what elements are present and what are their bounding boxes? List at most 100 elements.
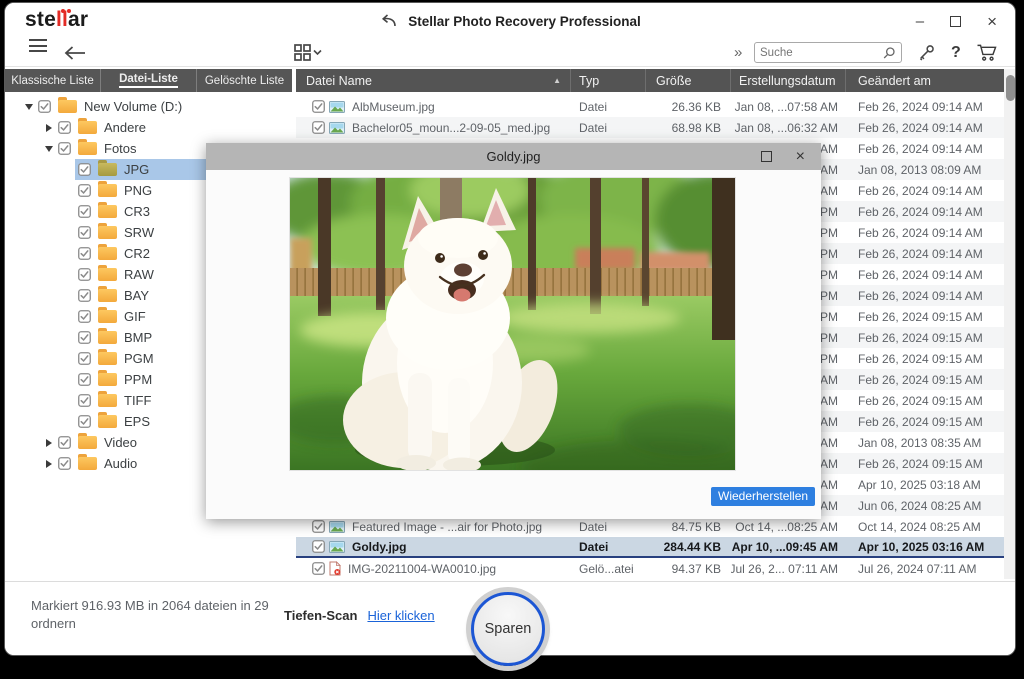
back-curl-icon [379, 14, 399, 28]
column-header-type[interactable]: Typ [571, 69, 646, 92]
tree-item-label: TIFF [124, 393, 151, 408]
preview-maximize-button[interactable] [761, 151, 772, 162]
expander-open-icon[interactable] [23, 101, 35, 113]
tree-item-label: Andere [104, 120, 146, 135]
folder-icon [98, 163, 117, 176]
column-header-size[interactable]: Größe [646, 69, 731, 92]
license-key-icon[interactable] [917, 39, 936, 66]
logo-text-end: ar [68, 8, 88, 31]
table-row[interactable]: Goldy.jpgDatei284.44 KBApr 10, ...09:45 … [296, 537, 1004, 558]
checkbox[interactable] [78, 247, 91, 260]
table-row[interactable]: IMG-20211004-WA0010.jpgGelö...atei94.37 … [296, 558, 1004, 579]
title-bar: stellar Stellar Photo Recovery Professio… [5, 3, 1015, 39]
view-grid-icon[interactable] [294, 39, 322, 66]
folder-icon [78, 121, 97, 134]
main-area: Klassische ListeDatei-ListeGelöschte Lis… [5, 67, 1015, 581]
file-created-cell: Apr 10, ...09:45 AM [731, 536, 846, 557]
file-modified-cell: Feb 26, 2024 09:14 AM [846, 180, 1004, 201]
folder-icon [98, 310, 117, 323]
file-modified-cell: Jul 26, 2024 07:11 AM [846, 558, 1004, 579]
checkbox[interactable] [58, 436, 71, 449]
checkbox[interactable] [78, 205, 91, 218]
file-modified-cell: Feb 26, 2024 09:14 AM [846, 285, 1004, 306]
deep-scan-link[interactable]: Hier klicken [367, 608, 434, 623]
checkbox[interactable] [58, 121, 71, 134]
scrollbar-thumb[interactable] [1006, 75, 1015, 101]
checkbox[interactable] [78, 373, 91, 386]
search-input[interactable] [760, 47, 882, 59]
help-icon[interactable]: ? [951, 39, 961, 66]
recover-tooltip[interactable]: Wiederherstellen [711, 487, 815, 506]
logo-text: ste [25, 8, 56, 31]
tree-item-label: GIF [124, 309, 146, 324]
marked-summary: Markiert 916.93 MB in 2064 dateien in 29… [31, 597, 269, 633]
file-size-cell: 84.75 KB [646, 516, 731, 537]
file-name-cell: AlbMuseum.jpg [296, 96, 571, 117]
tree-item-label: Fotos [104, 141, 137, 156]
preview-title-bar[interactable]: Goldy.jpg × [206, 143, 821, 170]
checkbox[interactable] [58, 457, 71, 470]
close-button[interactable]: × [987, 13, 997, 30]
expander-closed-icon[interactable] [43, 122, 55, 134]
checkbox[interactable] [78, 268, 91, 281]
menu-icon[interactable] [29, 39, 47, 66]
vertical-scrollbar[interactable] [1004, 69, 1016, 579]
tree-item-label: PGM [124, 351, 154, 366]
checkbox[interactable] [312, 100, 325, 113]
column-header-name[interactable]: Datei Name ▲ [296, 69, 571, 92]
tree-item-new-volume-d[interactable]: New Volume (D:) [5, 96, 292, 117]
logo-dots [61, 9, 65, 13]
expander-closed-icon[interactable] [43, 458, 55, 470]
preview-close-button[interactable]: × [796, 149, 805, 165]
checkbox[interactable] [78, 331, 91, 344]
tab-klassische-liste[interactable]: Klassische Liste [5, 69, 101, 92]
tree-item-body: New Volume (D:) [35, 96, 292, 117]
deep-scan-label: Tiefen-Scan [284, 608, 357, 623]
image-file-icon [329, 541, 345, 553]
expander-closed-icon[interactable] [43, 437, 55, 449]
column-header-created[interactable]: Erstellungsdatum [731, 69, 846, 92]
folder-icon [78, 457, 97, 470]
tree-item-label: Audio [104, 456, 137, 471]
cart-icon[interactable] [976, 39, 998, 66]
search-box [754, 42, 902, 63]
table-row[interactable]: Bachelor05_moun...2-09-05_med.jpgDatei68… [296, 117, 1004, 138]
file-name-cell: IMG-20211004-WA0010.jpg [296, 558, 571, 579]
tree-item-andere[interactable]: Andere [5, 117, 292, 138]
minimize-button[interactable]: – [916, 14, 924, 29]
checkbox[interactable] [78, 163, 91, 176]
back-arrow-icon[interactable] [63, 39, 87, 66]
column-header-modified[interactable]: Geändert am [846, 69, 1004, 92]
maximize-button[interactable] [950, 16, 961, 27]
checkbox[interactable] [78, 352, 91, 365]
checkbox[interactable] [78, 184, 91, 197]
checkbox[interactable] [78, 226, 91, 239]
save-button[interactable]: Sparen [471, 592, 545, 666]
preview-photo [290, 178, 735, 470]
folder-icon [98, 184, 117, 197]
checkbox[interactable] [78, 415, 91, 428]
list-tabs: Klassische ListeDatei-ListeGelöschte Lis… [5, 69, 292, 92]
checkbox[interactable] [78, 394, 91, 407]
checkbox[interactable] [38, 100, 51, 113]
tab-datei-liste[interactable]: Datei-Liste [101, 69, 197, 92]
expander-spacer [63, 185, 75, 197]
expander-spacer [63, 374, 75, 386]
folder-icon [98, 331, 117, 344]
checkbox[interactable] [58, 142, 71, 155]
tab-gel-schte-liste[interactable]: Gelöschte Liste [197, 69, 292, 92]
app-window: stellar Stellar Photo Recovery Professio… [4, 2, 1016, 656]
checkbox[interactable] [312, 540, 325, 553]
checkbox[interactable] [312, 121, 325, 134]
preview-window: Goldy.jpg × [206, 143, 821, 519]
search-icon[interactable] [882, 46, 896, 60]
checkbox[interactable] [78, 289, 91, 302]
checkbox[interactable] [312, 520, 325, 533]
checkbox[interactable] [312, 562, 325, 575]
checkbox[interactable] [78, 310, 91, 323]
expander-open-icon[interactable] [43, 143, 55, 155]
preview-title: Goldy.jpg [206, 149, 821, 164]
table-row[interactable]: Featured Image - ...air for Photo.jpgDat… [296, 516, 1004, 537]
table-row[interactable]: AlbMuseum.jpgDatei26.36 KBJan 08, ...07:… [296, 96, 1004, 117]
toolbar-overflow-icon[interactable]: » [734, 39, 741, 66]
